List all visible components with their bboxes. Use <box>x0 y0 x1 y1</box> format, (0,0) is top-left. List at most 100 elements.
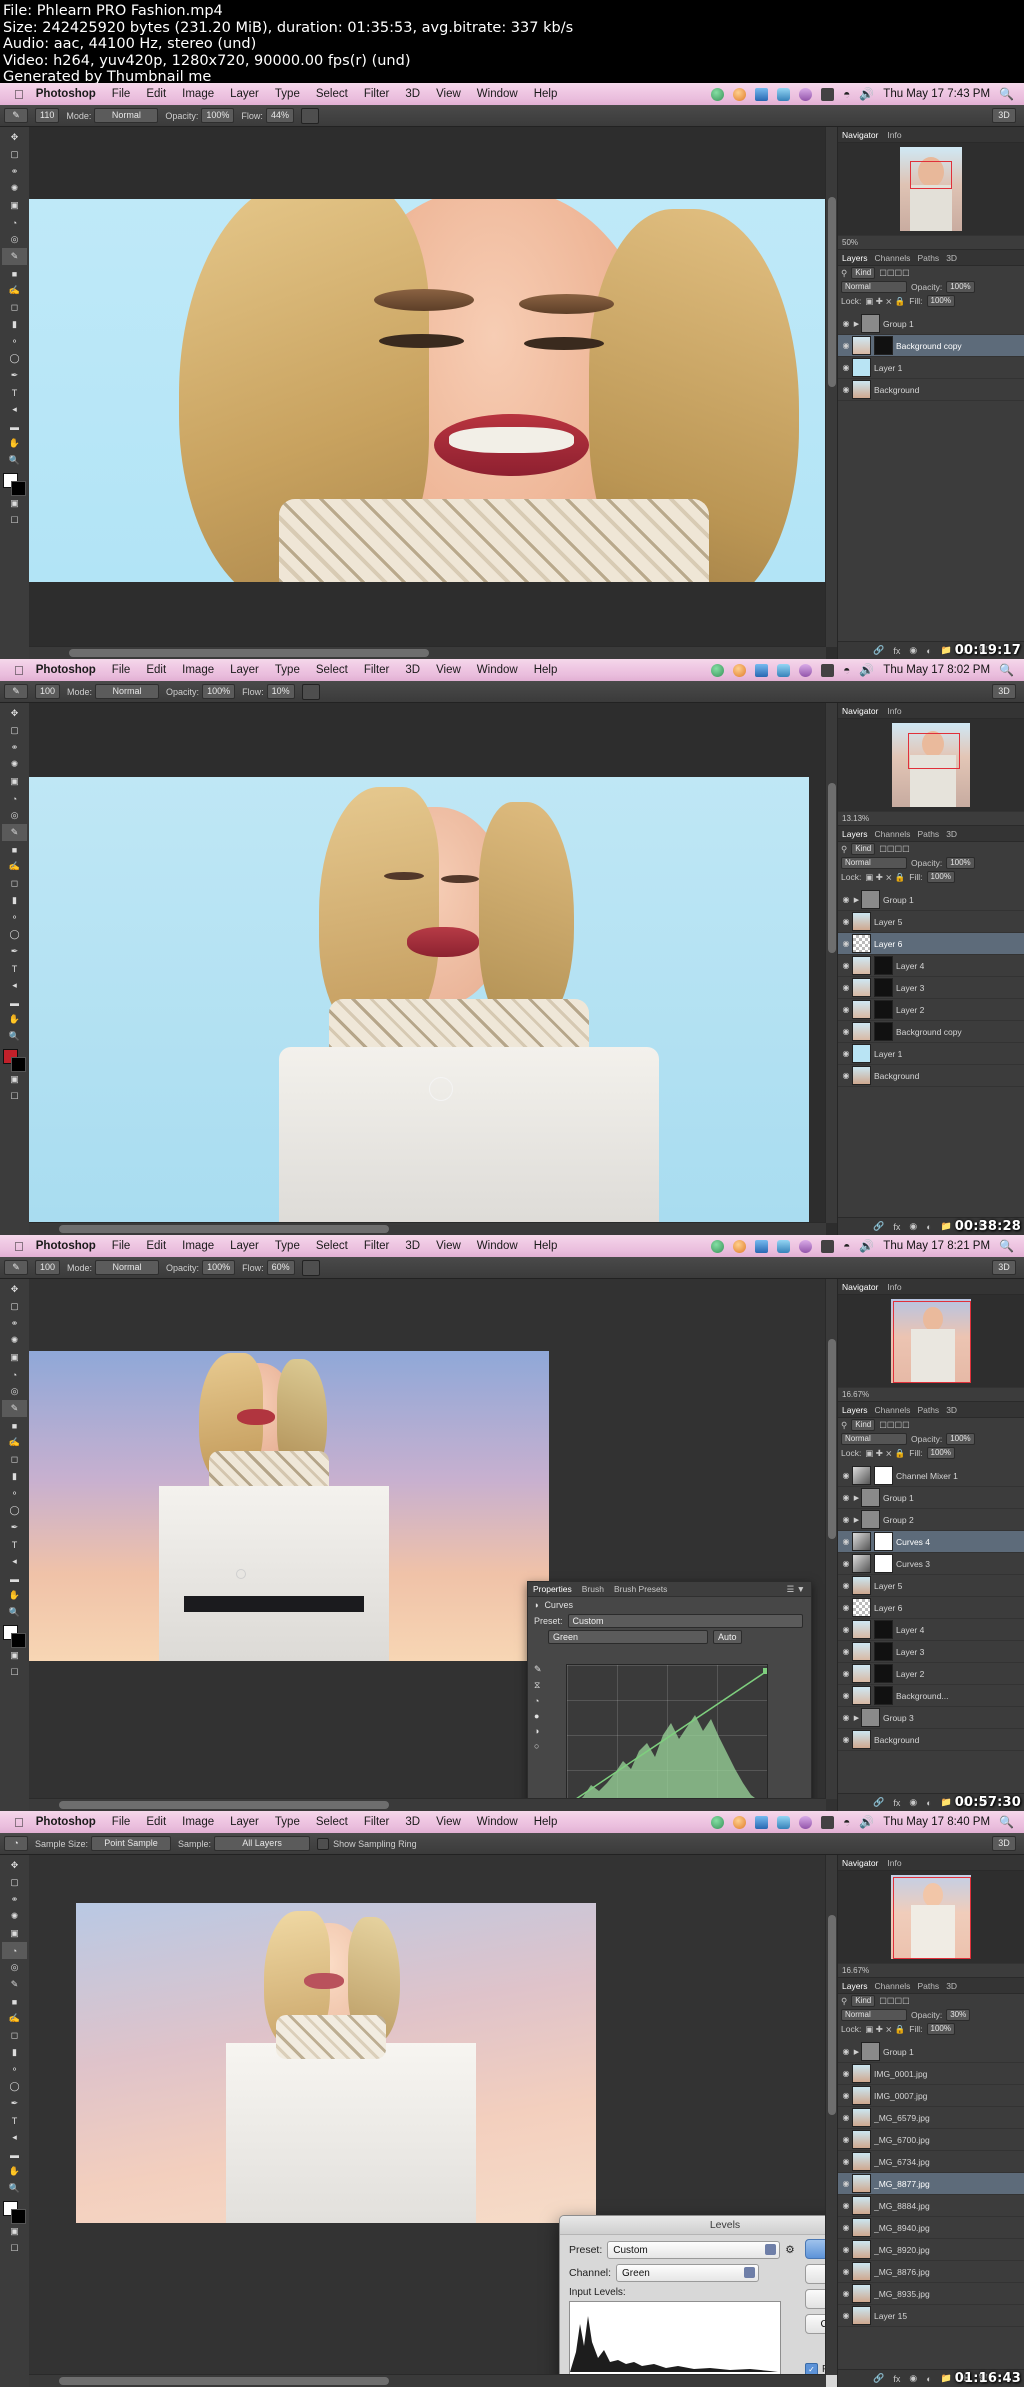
layer-row[interactable]: ◉ Layer 2 <box>838 1663 1024 1685</box>
layer-thumbnail[interactable] <box>852 2196 871 2215</box>
scroll-thumb-h[interactable] <box>59 1801 389 1809</box>
hand-tool-icon[interactable]: ✋ <box>2 1011 27 1028</box>
layer-thumbnail[interactable] <box>852 2262 871 2281</box>
navigator-zoom-value[interactable]: 50% <box>842 238 858 247</box>
zoom-tool-icon[interactable]: 🔍 <box>2 1028 27 1045</box>
layer-row[interactable]: ◉ Background <box>838 1729 1024 1751</box>
hand-tool-icon[interactable]: ✋ <box>2 435 27 452</box>
disclosure-triangle-icon[interactable]: ▶ <box>852 2048 861 2056</box>
healing-tool-icon[interactable]: ◎ <box>2 231 27 248</box>
link-layers-icon[interactable]: 🔗 <box>873 645 884 656</box>
layer-style-icon[interactable]: fx <box>893 2374 900 2384</box>
layer-thumbnail[interactable] <box>852 1730 871 1749</box>
apple-logo-icon[interactable]:  <box>14 1816 24 1829</box>
properties-panel-curves[interactable]: Properties Brush Brush Presets ☰ ▼ ◗ Cur… <box>527 1581 812 1811</box>
dropbox-icon[interactable] <box>711 663 725 677</box>
layer-thumbnail[interactable] <box>852 2108 871 2127</box>
navigator-thumbnail-4[interactable] <box>838 1871 1024 1963</box>
dropbox-icon[interactable] <box>711 87 725 101</box>
menu-select[interactable]: Select <box>316 664 348 676</box>
tab-properties[interactable]: Properties <box>533 1584 572 1594</box>
marquee-tool-icon[interactable]: ▢ <box>2 1874 27 1891</box>
gradient-tool-icon[interactable]: ▮ <box>2 892 27 909</box>
brush-tool-icon[interactable]: ✎ <box>4 108 28 123</box>
tab-navigator[interactable]: Navigator <box>842 706 878 716</box>
menu-window[interactable]: Window <box>477 1816 518 1828</box>
tab-3d[interactable]: 3D <box>946 1981 957 1991</box>
navigator-tabs-4[interactable]: Navigator Info <box>838 1855 1024 1871</box>
filter-type-icons[interactable]: ☐☐☐☐ <box>879 1420 909 1431</box>
tool-palette-2[interactable]: ✥ ▢ ⚭ ✺ ▣ ◔ ◎ ✎ ■ ✍ ◻ ▮ ⚬ ◯ ✒ T ◂ ▬ ✋ 🔍 … <box>0 703 30 1235</box>
menu-photoshop[interactable]: Photoshop <box>36 664 96 676</box>
eraser-tool-icon[interactable]: ◻ <box>2 299 27 316</box>
history-brush-tool-icon[interactable]: ✍ <box>2 858 27 875</box>
document-canvas-1[interactable] <box>29 127 838 659</box>
search-icon[interactable]: 🔍 <box>999 1816 1014 1828</box>
curve-sample-icon[interactable]: ◔ <box>534 1696 542 1706</box>
eye-icon[interactable]: ◉ <box>840 895 852 904</box>
layer-row[interactable]: ◉ Layer 5 <box>838 911 1024 933</box>
volume-icon[interactable]: 🔊 <box>859 664 874 676</box>
eye-icon[interactable]: ◉ <box>840 2311 852 2320</box>
opacity-value-panel[interactable]: 30% <box>946 2009 971 2021</box>
levels-preset-row[interactable]: Preset: Custom ⚙ <box>569 2241 838 2259</box>
layers-tabs-1[interactable]: Layers Channels Paths 3D <box>838 249 1024 266</box>
menu-file[interactable]: File <box>112 1816 131 1828</box>
adjustment-layer-icon[interactable]: ◐ <box>926 1222 931 1232</box>
brush-tool-icon[interactable]: ✎ <box>2 248 27 265</box>
document-canvas-4[interactable]: Levels Preset: Custom ⚙ Channel: Green I… <box>29 1855 838 2387</box>
layer-thumbnail[interactable] <box>852 1598 871 1617</box>
layers-blend-row-3[interactable]: Normal Opacity: 100% <box>838 1432 1024 1446</box>
eye-icon[interactable]: ◉ <box>840 2113 852 2122</box>
navigator-tabs-1[interactable]: Navigator Info <box>838 127 1024 143</box>
layer-row[interactable]: ◉ Layer 4 <box>838 955 1024 977</box>
layers-blend-row-1[interactable]: Normal Opacity: 100% <box>838 280 1024 294</box>
layer-thumbnail[interactable] <box>852 380 871 399</box>
tab-channels[interactable]: Channels <box>875 1405 911 1415</box>
levels-channel-row[interactable]: Channel: Green <box>569 2264 838 2282</box>
layer-thumbnail[interactable] <box>852 934 871 953</box>
menubar-clock[interactable]: Thu May 17 8:02 PM <box>883 664 990 676</box>
navigator-zoom-value[interactable]: 16.67% <box>842 1966 869 1975</box>
eye-icon[interactable]: ◉ <box>840 1669 852 1678</box>
eye-icon[interactable]: ◉ <box>840 1049 852 1058</box>
layer-thumbnail[interactable] <box>852 1642 871 1661</box>
foreground-background-swatch[interactable] <box>2 473 27 496</box>
battery-icon[interactable] <box>821 87 835 101</box>
bluetooth-icon[interactable] <box>777 1815 791 1829</box>
adjustment-thumbnail[interactable] <box>852 1532 871 1551</box>
quick-mask-icon[interactable]: ▣ <box>2 1647 27 1664</box>
layer-row[interactable]: ◉ Channel Mixer 1 <box>838 1465 1024 1487</box>
pen-tool-icon[interactable]: ✒ <box>2 943 27 960</box>
volume-icon[interactable]: 🔊 <box>859 88 874 100</box>
apple-logo-icon[interactable]:  <box>14 1240 24 1253</box>
layer-row[interactable]: ◉ Layer 1 <box>838 1043 1024 1065</box>
adjustment-thumbnail[interactable] <box>852 1554 871 1573</box>
document-image-1[interactable] <box>29 199 826 582</box>
dropbox-icon[interactable] <box>711 1815 725 1829</box>
filter-type-icons[interactable]: ☐☐☐☐ <box>879 844 909 855</box>
quick-select-tool-icon[interactable]: ✺ <box>2 756 27 773</box>
navigator-view-marquee[interactable] <box>893 1877 971 1959</box>
clone-stamp-tool-icon[interactable]: ■ <box>2 1417 27 1434</box>
dodge-tool-icon[interactable]: ◯ <box>2 926 27 943</box>
sample-select[interactable]: All Layers <box>214 1836 311 1851</box>
menu-photoshop[interactable]: Photoshop <box>36 88 96 100</box>
eyedropper-tool-icon[interactable]: ◔ <box>2 214 27 231</box>
layer-row[interactable]: ◉ Layer 4 <box>838 1619 1024 1641</box>
dodge-tool-icon[interactable]: ◯ <box>2 2078 27 2095</box>
eye-icon[interactable]: ◉ <box>840 2289 852 2298</box>
menu-help[interactable]: Help <box>534 1816 558 1828</box>
alert-icon[interactable] <box>733 663 747 677</box>
new-group-icon[interactable]: 📁 <box>941 2373 952 2384</box>
blend-mode-select[interactable]: Normal <box>841 1433 907 1445</box>
layer-row[interactable]: ◉ Layer 15 <box>838 2305 1024 2327</box>
eye-icon[interactable]: ◉ <box>840 341 852 350</box>
hand-tool-icon[interactable]: ✋ <box>2 2163 27 2180</box>
document-canvas-2[interactable] <box>29 703 838 1235</box>
layer-thumbnail[interactable] <box>852 1576 871 1595</box>
background-color-swatch[interactable] <box>10 2209 26 2224</box>
quick-select-tool-icon[interactable]: ✺ <box>2 180 27 197</box>
layer-list-1[interactable]: ◉ ▶ Group 1 ◉ Background copy ◉ Layer 1 ◉ Backgr… <box>838 313 1024 642</box>
eye-icon[interactable]: ◉ <box>840 1493 852 1502</box>
